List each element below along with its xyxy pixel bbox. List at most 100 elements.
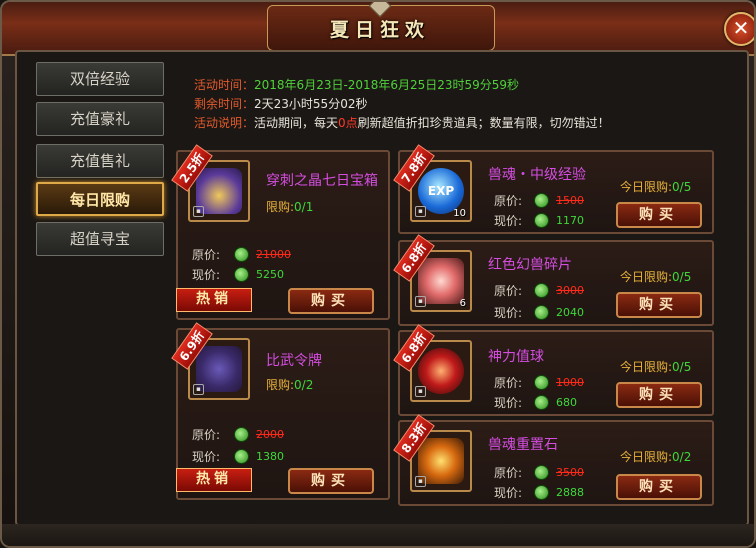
title-bar: 夏日狂欢 ✕ — [2, 2, 754, 56]
now-price-label: 现价: — [494, 396, 523, 410]
daily-limit: 今日限购:0/5 — [620, 178, 691, 195]
item-name: 兽魂重置石 — [488, 437, 558, 453]
daily-limit-value: 0/2 — [672, 450, 692, 464]
limit-value: 0/2 — [294, 378, 314, 392]
bound-lock-icon: ▪ — [415, 296, 426, 307]
green-coin-icon — [234, 247, 249, 262]
tab-double-exp[interactable]: 双倍经验 — [36, 62, 164, 96]
item-name: 穿刺之晶七日宝箱 — [266, 173, 378, 189]
green-coin-icon — [534, 485, 549, 500]
green-coin-icon — [234, 449, 249, 464]
event-desc-highlight: 0点 — [338, 116, 358, 130]
bound-lock-icon: ▪ — [415, 386, 426, 397]
buy-button[interactable]: 购买 — [616, 382, 702, 408]
green-coin-icon — [534, 283, 549, 298]
item-name: 兽魂・中级经验 — [488, 167, 586, 183]
event-desc-part2: 刷新超值折扣珍贵道具；数量有限，切勿错过！ — [357, 116, 610, 130]
orig-price: 2000 — [256, 428, 284, 441]
tab-recharge-sale[interactable]: 充值售礼 — [36, 144, 164, 178]
bound-lock-icon: ▪ — [415, 476, 426, 487]
orig-price-label: 原价: — [494, 194, 523, 208]
limit-label: 限购: — [266, 200, 295, 214]
item-card-reset-stone: ▪ 8.3折 兽魂重置石 今日限购:0/2 原价: 3500 现价: 2888 … — [393, 414, 714, 506]
item-card-duel-token: ▪ 6.9折 比武令牌 限购:0/2 原价: 2000 现价: 1380 热销 … — [171, 322, 390, 500]
limit-value: 0/1 — [294, 200, 314, 214]
daily-limit: 今日限购:0/5 — [620, 268, 691, 285]
item-name: 比武令牌 — [266, 353, 322, 369]
daily-limit-label: 今日限购: — [620, 360, 673, 374]
buy-button[interactable]: 购买 — [616, 292, 702, 318]
purchase-limit: 限购:0/2 — [266, 376, 313, 393]
event-desc-line: 活动说明：活动期间，每天0点刷新超值折扣珍贵道具；数量有限，切勿错过！ — [194, 114, 610, 131]
event-info: 活动时间：2018年6月23日-2018年6月25日23时59分59秒 剩余时间… — [184, 68, 722, 142]
buy-button[interactable]: 购买 — [616, 474, 702, 500]
bound-lock-icon: ▪ — [415, 206, 426, 217]
item-card-power-orb: ▪ 6.8折 神力值球 今日限购:0/5 原价: 1000 现价: 680 购买 — [393, 324, 714, 416]
now-price-label: 现价: — [494, 214, 523, 228]
buy-button[interactable]: 购买 — [288, 468, 374, 494]
now-price-label: 现价: — [192, 268, 221, 282]
now-price-label: 现价: — [494, 486, 523, 500]
daily-limit-label: 今日限购: — [620, 450, 673, 464]
event-desc-label: 活动说明： — [194, 116, 255, 130]
tab-treasure-hunt[interactable]: 超值寻宝 — [36, 222, 164, 256]
orig-price-label: 原价: — [192, 428, 221, 442]
item-name: 神力值球 — [488, 349, 544, 365]
event-window: 夏日狂欢 ✕ 双倍经验 充值豪礼 充值售礼 每日限购 超值寻宝 活动时间：201… — [0, 0, 756, 548]
orig-price: 3000 — [556, 284, 584, 297]
tab-daily-limited[interactable]: 每日限购 — [36, 182, 164, 216]
now-price-label: 现价: — [192, 450, 221, 464]
bottom-border — [2, 524, 754, 546]
purchase-limit: 限购:0/1 — [266, 198, 313, 215]
orig-price-label: 原价: — [192, 248, 221, 262]
bound-lock-icon: ▪ — [193, 206, 204, 217]
now-price: 1380 — [256, 450, 284, 463]
orig-price: 1000 — [556, 376, 584, 389]
daily-limit: 今日限购:0/2 — [620, 448, 691, 465]
item-card-crystal-chest: ▪ 2.5折 穿刺之晶七日宝箱 限购:0/1 原价: 21000 现价: 525… — [171, 144, 390, 320]
event-desc-part1: 活动期间，每天 — [254, 116, 339, 130]
bound-lock-icon: ▪ — [193, 384, 204, 395]
item-count: 10 — [453, 208, 466, 219]
green-coin-icon — [534, 305, 549, 320]
daily-limit-label: 今日限购: — [620, 270, 673, 284]
green-coin-icon — [534, 465, 549, 480]
hot-sale-badge: 热销 — [176, 468, 252, 492]
green-coin-icon — [234, 267, 249, 282]
orig-price-label: 原价: — [494, 466, 523, 480]
green-coin-icon — [234, 427, 249, 442]
item-count: 6 — [459, 298, 466, 309]
now-price: 680 — [556, 396, 577, 409]
event-time-line: 活动时间：2018年6月23日-2018年6月25日23时59分59秒 — [194, 76, 519, 93]
event-time-label: 活动时间： — [194, 78, 255, 92]
now-price-label: 现价: — [494, 306, 523, 320]
orig-price: 1500 — [556, 194, 584, 207]
event-time-value: 2018年6月23日-2018年6月25日23时59分59秒 — [254, 78, 520, 92]
close-button[interactable]: ✕ — [724, 12, 754, 46]
daily-limit-value: 0/5 — [672, 270, 692, 284]
buy-button[interactable]: 购买 — [616, 202, 702, 228]
green-coin-icon — [534, 213, 549, 228]
sidebar: 双倍经验 充值豪礼 充值售礼 每日限购 超值寻宝 — [26, 58, 174, 498]
daily-limit-label: 今日限购: — [620, 180, 673, 194]
remaining-time-value: 2天23小时55分02秒 — [254, 97, 368, 111]
now-price: 2040 — [556, 306, 584, 319]
orig-price: 3500 — [556, 466, 584, 479]
orig-price: 21000 — [256, 248, 291, 261]
orig-price-label: 原价: — [494, 376, 523, 390]
orig-price-label: 原价: — [494, 284, 523, 298]
now-price: 5250 — [256, 268, 284, 281]
green-coin-icon — [534, 375, 549, 390]
green-coin-icon — [534, 193, 549, 208]
hot-sale-badge: 热销 — [176, 288, 252, 312]
remaining-time-line: 剩余时间：2天23小时55分02秒 — [194, 95, 367, 112]
item-card-beast-shard: ▪ 6 6.8折 红色幻兽碎片 今日限购:0/5 原价: 3000 现价: 20… — [393, 234, 714, 326]
tab-recharge-gift[interactable]: 充值豪礼 — [36, 102, 164, 136]
item-name: 红色幻兽碎片 — [488, 257, 572, 273]
now-price: 1170 — [556, 214, 584, 227]
daily-limit-value: 0/5 — [672, 360, 692, 374]
now-price: 2888 — [556, 486, 584, 499]
limit-label: 限购: — [266, 378, 295, 392]
buy-button[interactable]: 购买 — [288, 288, 374, 314]
remaining-time-label: 剩余时间： — [194, 97, 255, 111]
